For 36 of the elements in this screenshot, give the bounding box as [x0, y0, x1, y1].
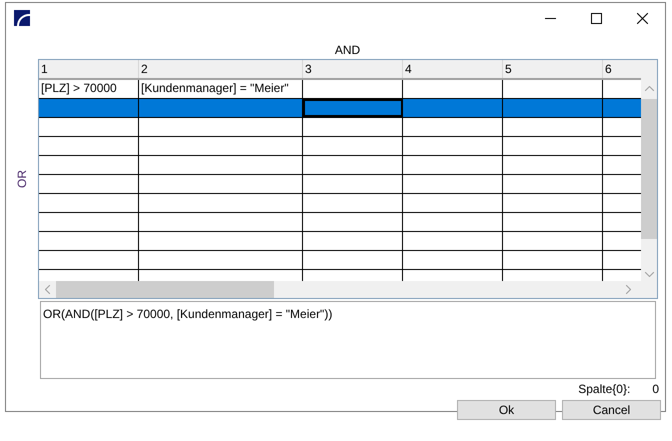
scroll-down-icon — [644, 272, 654, 277]
grid-row[interactable] — [39, 137, 641, 156]
column-header[interactable]: 5 — [503, 60, 603, 78]
expression-text: OR(AND([PLZ] > 70000, [Kundenmanager] = "Meier")) — [43, 307, 332, 321]
column-header[interactable]: 4 — [403, 60, 503, 78]
and-label: AND — [334, 42, 360, 59]
close-icon — [636, 12, 648, 24]
grid-row[interactable] — [39, 232, 641, 251]
app-logo-icon — [14, 10, 30, 26]
column-header[interactable]: 3 — [303, 60, 403, 78]
table-cell[interactable]: [PLZ] > 70000 — [39, 80, 139, 98]
scroll-right-icon — [626, 285, 631, 294]
or-label: OR — [14, 170, 30, 188]
grid-row[interactable] — [39, 156, 641, 175]
column-value: 0 — [652, 381, 659, 398]
column-label: Spalte{0}: — [578, 381, 630, 398]
scroll-up-icon — [644, 86, 654, 91]
grid-row[interactable] — [39, 194, 641, 213]
column-header[interactable]: 2 — [139, 60, 303, 78]
grid-row[interactable]: [PLZ] > 70000 [Kundenmanager] = "Meier" — [39, 80, 641, 99]
expression-box[interactable]: OR(AND([PLZ] > 70000, [Kundenmanager] = "Meier")) — [40, 301, 656, 379]
grid-row[interactable] — [39, 213, 641, 232]
maximize-icon — [590, 12, 602, 24]
table-cell[interactable] — [303, 99, 403, 117]
grid-row[interactable] — [39, 118, 641, 137]
vertical-scrollbar[interactable] — [641, 60, 657, 281]
ok-button[interactable]: Ok — [457, 400, 556, 420]
horizontal-scrollbar[interactable] — [39, 281, 657, 298]
scrollbar-thumb[interactable] — [56, 281, 274, 298]
table-cell[interactable]: [Kundenmanager] = "Meier" — [139, 80, 303, 98]
scrollbar-thumb[interactable] — [641, 99, 657, 239]
column-header[interactable]: 1 — [39, 60, 139, 78]
grid-row[interactable] — [39, 251, 641, 270]
scroll-left-icon — [45, 285, 50, 294]
cancel-button[interactable]: Cancel — [562, 400, 661, 420]
grid-row[interactable] — [39, 175, 641, 194]
